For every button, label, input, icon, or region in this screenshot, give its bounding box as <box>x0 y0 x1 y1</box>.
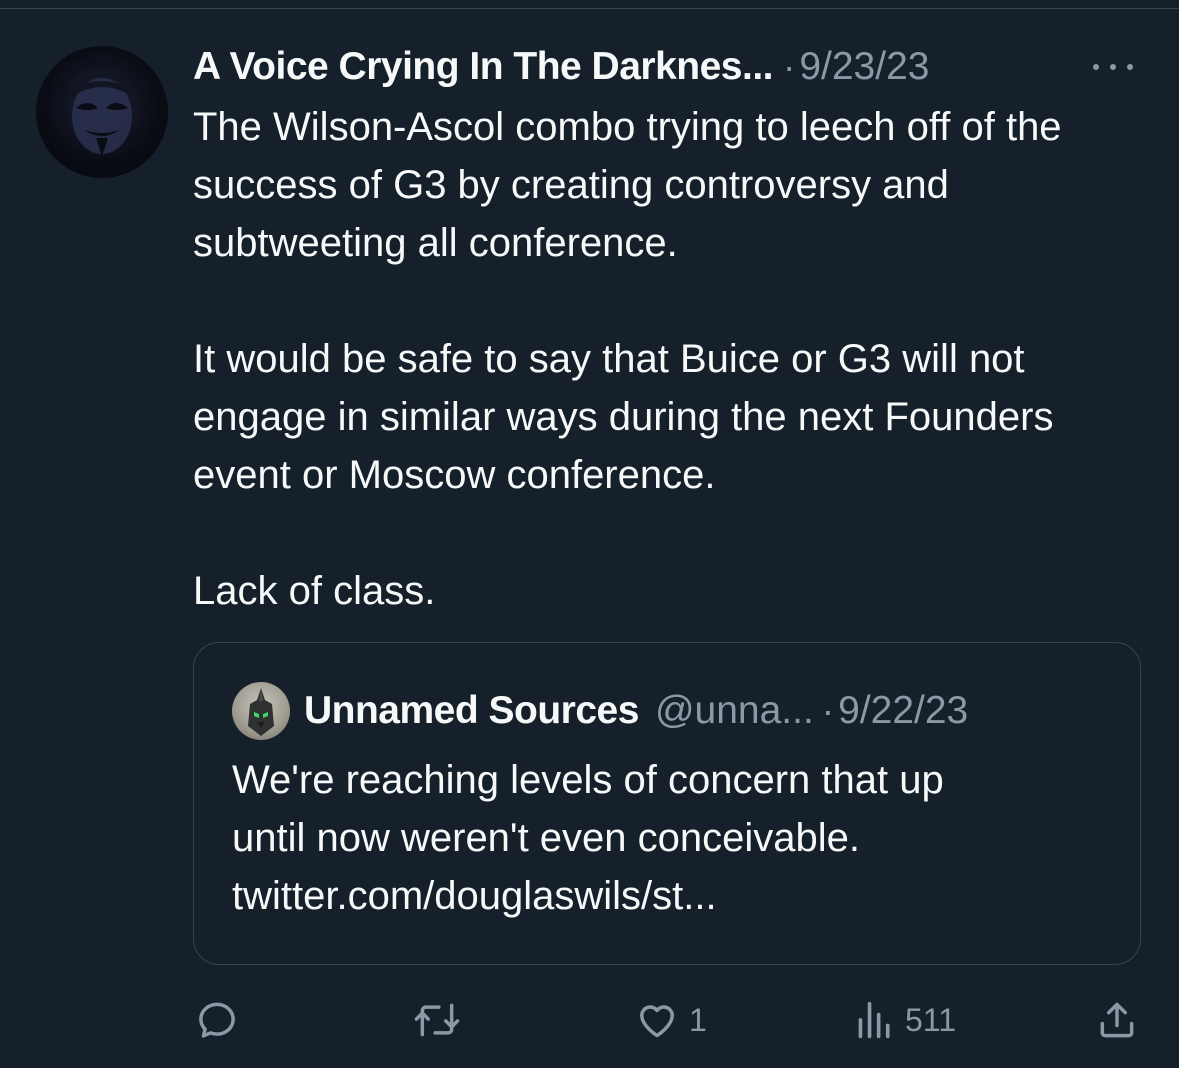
tweet-paragraph: It would be safe to say that Buice or G3… <box>193 337 1054 497</box>
top-divider <box>0 8 1179 9</box>
retweet-icon <box>414 1003 460 1037</box>
quoted-tweet-header: Unnamed Sources @unna... · 9/22/23 <box>232 681 968 741</box>
views-button[interactable]: 511 <box>855 990 956 1050</box>
views-count: 511 <box>905 1001 957 1038</box>
reply-icon <box>199 1002 235 1038</box>
quoted-text-line: We're reaching levels of concern that up <box>232 758 944 802</box>
quoted-tweet-link[interactable]: twitter.com/douglaswils/st... <box>232 867 1112 925</box>
quoted-author-name: Unnamed Sources <box>304 689 639 732</box>
quoted-tweet-card[interactable]: Unnamed Sources @unna... · 9/22/23 We're… <box>193 642 1141 965</box>
like-icon <box>640 1005 674 1038</box>
quoted-author-handle: @unna... <box>654 689 814 732</box>
author-avatar[interactable] <box>36 46 168 178</box>
quoted-tweet-timestamp: 9/22/23 <box>838 689 969 732</box>
more-options-icon[interactable] <box>1093 57 1133 77</box>
reply-button[interactable] <box>195 990 239 1050</box>
helmet-avatar-image <box>248 688 274 736</box>
share-icon <box>1100 1002 1134 1038</box>
tweet-header: A Voice Crying In The Darknes... · 9/23/… <box>193 42 1143 92</box>
tweet-paragraph: Lack of class. <box>193 569 436 613</box>
like-button[interactable]: 1 <box>635 990 707 1050</box>
header-separator: · <box>783 46 796 87</box>
author-name[interactable]: A Voice Crying In The Darknes... <box>193 45 774 89</box>
quoted-text-line: until now weren't even conceivable. <box>232 816 861 860</box>
quoted-header-separator: · <box>821 690 835 731</box>
views-icon <box>858 1001 890 1039</box>
share-button[interactable] <box>1095 990 1139 1050</box>
quoted-tweet-text: We're reaching levels of concern that up… <box>232 751 1112 925</box>
mask-avatar-image <box>68 78 136 156</box>
tweet-timestamp[interactable]: 9/23/23 <box>799 45 929 89</box>
tweet-text: The Wilson-Ascol combo trying to leech o… <box>193 98 1153 620</box>
tweet-action-bar: 1 511 <box>193 990 1143 1050</box>
retweet-button[interactable] <box>413 990 461 1050</box>
quoted-author-avatar <box>232 682 290 740</box>
tweet-paragraph: The Wilson-Ascol combo trying to leech o… <box>193 105 1062 265</box>
like-count: 1 <box>689 1001 707 1038</box>
